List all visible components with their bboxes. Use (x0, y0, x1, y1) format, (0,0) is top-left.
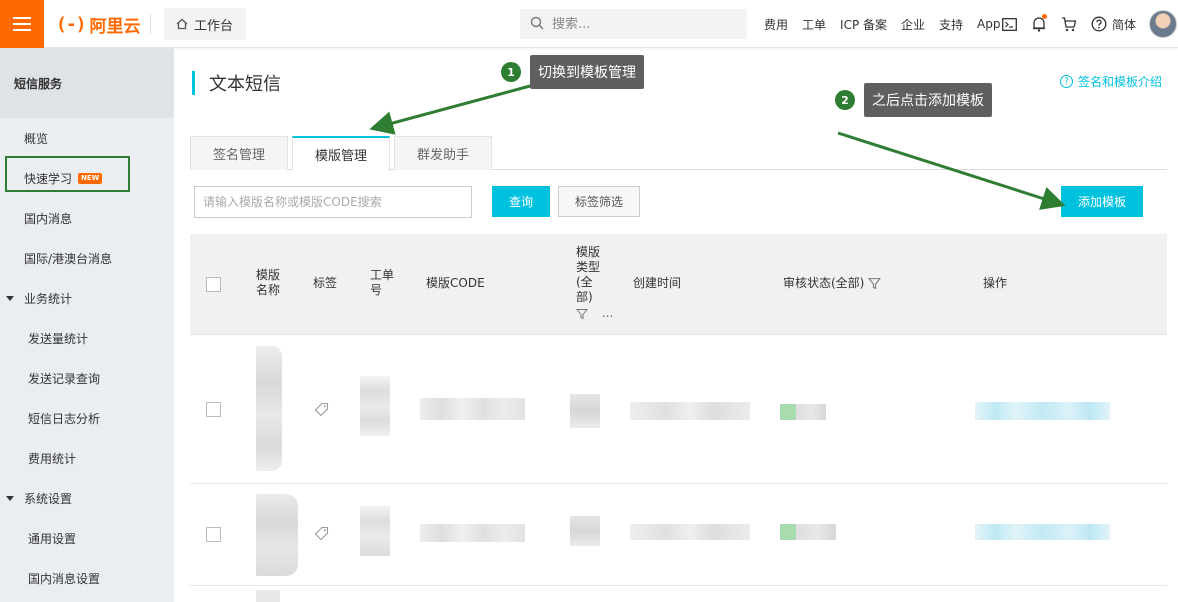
step-2-badge: 2 (835, 90, 855, 110)
step-1-callout: 切换到模板管理 (530, 55, 644, 89)
step-2-callout: 之后点击添加模板 (864, 83, 992, 117)
step-1-badge: 1 (501, 62, 521, 82)
arrow-to-add-button (837, 131, 1066, 210)
arrow-to-templates-tab (369, 84, 531, 135)
annotation-arrows (369, 84, 1066, 210)
